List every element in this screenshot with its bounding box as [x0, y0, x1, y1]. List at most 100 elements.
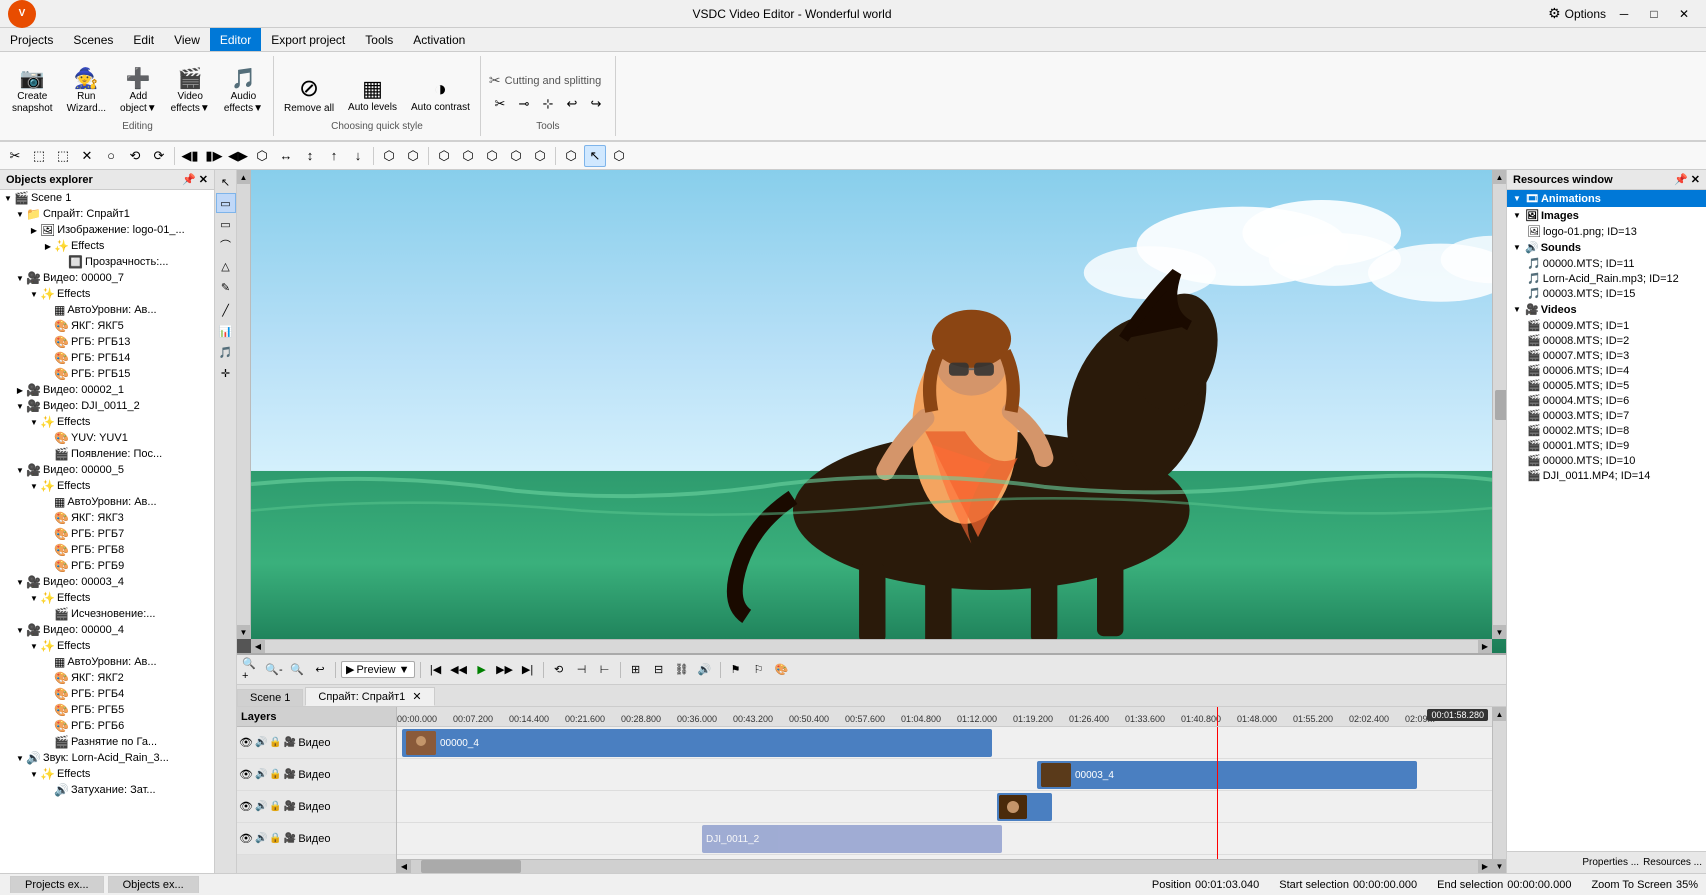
menu-tools[interactable]: Tools	[355, 28, 403, 51]
copy-btn[interactable]: ⬚	[28, 145, 50, 167]
tree-item-rgb6[interactable]: ▶ 🎨 РГБ: РГБ6	[0, 718, 214, 734]
snap-tl-btn[interactable]: ⊞	[626, 660, 646, 680]
rect-tool[interactable]: ▭	[216, 214, 236, 234]
flip-h-btn[interactable]: ↔	[275, 145, 297, 167]
expander-video7[interactable]: ▼	[14, 272, 26, 284]
playhead-ruler[interactable]	[1217, 707, 1218, 726]
tree-item-yuv[interactable]: ▶ 🎨 YUV: YUV1	[0, 430, 214, 446]
res-item-snd3[interactable]: 🎵 00003.MTS; ID=15	[1507, 286, 1706, 301]
tree-item-videodji[interactable]: ▼ 🎥 Видео: DJI_0011_2	[0, 398, 214, 414]
res-item-v1[interactable]: 🎬 00009.MTS; ID=1	[1507, 318, 1706, 333]
tree-item-fadeout[interactable]: ▶ 🔊 Затухание: Зат...	[0, 782, 214, 798]
circle-btn[interactable]: ○	[100, 145, 122, 167]
res-item-v5[interactable]: 🎬 00005.MTS; ID=5	[1507, 378, 1706, 393]
zoom-out-btn[interactable]: ⬡	[457, 145, 479, 167]
close-tab-icon[interactable]: ✕	[412, 691, 421, 703]
go-end-btn[interactable]: ▶|	[518, 660, 538, 680]
prev-frame-btn[interactable]: ◀◀	[449, 660, 469, 680]
clip-00000-4[interactable]: 00000_4	[402, 729, 992, 757]
expander-effects3[interactable]: ▼	[28, 416, 40, 428]
pin-icon[interactable]: 📌	[182, 173, 196, 186]
lock-icon-v1[interactable]: 🔒	[269, 737, 281, 748]
close-button[interactable]: ✕	[1670, 4, 1698, 24]
grid-btn[interactable]: ⬡	[529, 145, 551, 167]
properties-tab-btn[interactable]: Properties ...	[1582, 857, 1639, 868]
tab-sprite1[interactable]: Спрайт: Спрайт1 ✕	[305, 687, 434, 706]
res-section-animations[interactable]: ▼ 🎞 Animations	[1507, 190, 1706, 207]
tree-item-effects5[interactable]: ▼ ✨ Effects	[0, 590, 214, 606]
minimize-button[interactable]: ─	[1610, 4, 1638, 24]
track-area-video1[interactable]: 00000_4	[397, 727, 1492, 758]
preview-btn[interactable]: ▶ Preview ▼	[341, 661, 415, 678]
clip-00003-4[interactable]: 00003_4	[1037, 761, 1417, 789]
menu-activation[interactable]: Activation	[403, 28, 475, 51]
scroll-thumb[interactable]	[421, 860, 521, 873]
tree-item-ykg2[interactable]: ▶ 🎨 ЯКГ: ЯКГ2	[0, 670, 214, 686]
tree-item-autolevels2[interactable]: ▶ ▦ АвтоУровни: Ав...	[0, 494, 214, 510]
audio-icon-v3[interactable]: 🔊	[255, 801, 267, 812]
tree-item-logo[interactable]: ▶ 🖼 Изображение: logo-01_...	[0, 222, 214, 238]
undo-btn[interactable]: ⟲	[124, 145, 146, 167]
expander-videodji[interactable]: ▼	[14, 400, 26, 412]
expander-effects7[interactable]: ▼	[28, 768, 40, 780]
next-frame-btn[interactable]: ▶▶	[495, 660, 515, 680]
expander-scene1[interactable]: ▼	[2, 192, 14, 204]
tab-scene1[interactable]: Scene 1	[237, 689, 303, 706]
expander-video2[interactable]: ▶	[14, 384, 26, 396]
res-item-v6[interactable]: 🎬 00004.MTS; ID=6	[1507, 393, 1706, 408]
play-btn[interactable]: ▶	[472, 660, 492, 680]
tl-scroll-down[interactable]: ▼	[1493, 859, 1506, 873]
scroll-right-btn[interactable]: ▶	[1478, 860, 1492, 873]
res-item-v10[interactable]: 🎬 00000.MTS; ID=10	[1507, 453, 1706, 468]
tl-scroll-up[interactable]: ▲	[1493, 707, 1506, 721]
audio-icon-v4[interactable]: 🔊	[255, 833, 267, 844]
marker2-tl-btn[interactable]: ⚐	[749, 660, 769, 680]
zoom-in-tl[interactable]: 🔍+	[241, 660, 261, 680]
res-item-v4[interactable]: 🎬 00006.MTS; ID=4	[1507, 363, 1706, 378]
track-area-video4[interactable]: DJI_0011_2	[397, 823, 1492, 854]
options-label[interactable]: Options	[1565, 7, 1606, 21]
eye-icon-v4[interactable]: 👁	[239, 832, 253, 845]
tree-item-scene1[interactable]: ▼ 🎬 Scene 1	[0, 190, 214, 206]
res-item-snd2[interactable]: 🎵 Lorn-Acid_Rain.mp3; ID=12	[1507, 271, 1706, 286]
cut-btn[interactable]: ✂	[4, 145, 26, 167]
run-wizard-button[interactable]: 🧙 RunWizard...	[61, 65, 112, 119]
clip-small[interactable]	[997, 793, 1052, 821]
tree-item-effects7[interactable]: ▼ ✨ Effects	[0, 766, 214, 782]
lock-icon-v4[interactable]: 🔒	[269, 833, 281, 844]
res-item-v3[interactable]: 🎬 00007.MTS; ID=3	[1507, 348, 1706, 363]
menu-view[interactable]: View	[164, 28, 210, 51]
res-section-sounds[interactable]: ▼ 🔊 Sounds	[1507, 239, 1706, 256]
tree-item-ykg3[interactable]: ▶ 🎨 ЯКГ: ЯКГ3	[0, 510, 214, 526]
tree-item-razbitie[interactable]: ▶ 🎬 Разнятие по Га...	[0, 734, 214, 750]
align-center-btn[interactable]: ◀▶	[227, 145, 249, 167]
track-area-video2[interactable]: 00003_4	[397, 759, 1492, 790]
paste-btn[interactable]: ⬚	[52, 145, 74, 167]
mark-in-btn[interactable]: ⊣	[572, 660, 592, 680]
pen-tool[interactable]: ✎	[216, 277, 236, 297]
tree-item-effects2[interactable]: ▼ ✨ Effects	[0, 286, 214, 302]
vol-tl-btn[interactable]: 🔊	[695, 660, 715, 680]
add-object-button[interactable]: ➕ Addobject▼	[114, 65, 163, 119]
expander-effects5[interactable]: ▼	[28, 592, 40, 604]
split-tool-btn[interactable]: ⊸	[513, 93, 535, 115]
extra-btn[interactable]: ⬡	[608, 145, 630, 167]
pin-resource-icon[interactable]: 📌	[1674, 173, 1688, 186]
tree-item-rgb4[interactable]: ▶ 🎨 РГБ: РГБ4	[0, 686, 214, 702]
link-tl-btn[interactable]: ⛓	[672, 660, 692, 680]
redo-tool-btn[interactable]: ↪	[585, 93, 607, 115]
zoom-out-tl[interactable]: 🔍-	[264, 660, 284, 680]
tree-item-rgb14[interactable]: ▶ 🎨 РГБ: РГБ14	[0, 350, 214, 366]
track-area-video3[interactable]	[397, 791, 1492, 822]
audio-icon-v1[interactable]: 🔊	[255, 737, 267, 748]
go-start-btn[interactable]: |◀	[426, 660, 446, 680]
auto-contrast-button[interactable]: ◑ Auto contrast	[405, 74, 476, 118]
eye-icon-v2[interactable]: 👁	[239, 768, 253, 781]
tree-item-effects3[interactable]: ▼ ✨ Effects	[0, 414, 214, 430]
auto-levels-button[interactable]: ▦ Auto levels	[342, 74, 403, 118]
menu-editor[interactable]: Editor	[210, 28, 261, 51]
close-panel-icon[interactable]: ✕	[199, 173, 208, 186]
expander-video5[interactable]: ▼	[14, 464, 26, 476]
properties-btn[interactable]: ⬡	[560, 145, 582, 167]
line-tool[interactable]: ╱	[216, 300, 236, 320]
